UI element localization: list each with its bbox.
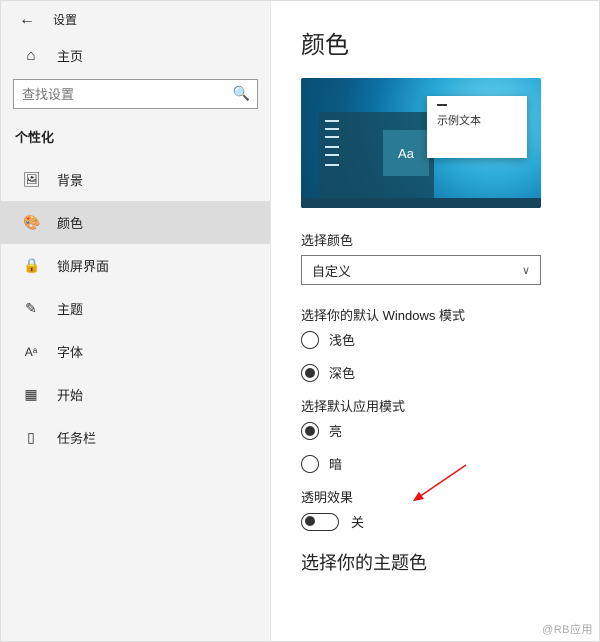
theme-icon: ✎ bbox=[23, 300, 39, 317]
sidebar-item-label: 背景 bbox=[57, 170, 83, 189]
watermark: @RB应用 bbox=[542, 621, 593, 637]
windows-mode-light[interactable]: 浅色 bbox=[301, 330, 573, 349]
sidebar-item-label: 任务栏 bbox=[57, 428, 96, 447]
radio-label: 暗 bbox=[329, 454, 342, 473]
sidebar-item-label: 锁屏界面 bbox=[57, 256, 109, 275]
sidebar-item-background[interactable]: 🖼 背景 bbox=[1, 158, 270, 201]
radio-icon bbox=[301, 422, 319, 440]
sidebar-item-taskbar[interactable]: ▯ 任务栏 bbox=[1, 416, 270, 459]
palette-icon: 🎨 bbox=[23, 214, 39, 231]
sidebar-section-title: 个性化 bbox=[1, 123, 270, 158]
radio-label: 深色 bbox=[329, 363, 355, 382]
home-link[interactable]: ⌂ 主页 bbox=[1, 38, 270, 79]
app-mode-label: 选择默认应用模式 bbox=[301, 396, 573, 415]
transparency-label: 透明效果 bbox=[301, 487, 573, 506]
radio-label: 亮 bbox=[329, 421, 342, 440]
sidebar-item-label: 开始 bbox=[57, 385, 83, 404]
picture-icon: 🖼 bbox=[23, 171, 39, 188]
preview-taskbar bbox=[301, 198, 541, 208]
sidebar-item-fonts[interactable]: Aᵃ 字体 bbox=[1, 330, 270, 373]
toggle-state-text: 关 bbox=[351, 512, 364, 531]
sidebar-item-label: 字体 bbox=[57, 342, 83, 361]
sidebar-item-start[interactable]: ▦ 开始 bbox=[1, 373, 270, 416]
titlebar: ← 设置 bbox=[1, 7, 270, 38]
font-icon: Aᵃ bbox=[23, 345, 39, 359]
windows-mode-label: 选择你的默认 Windows 模式 bbox=[301, 305, 573, 324]
back-icon[interactable]: ← bbox=[19, 12, 35, 28]
chevron-down-icon: ∨ bbox=[522, 264, 530, 277]
sidebar-item-colors[interactable]: 🎨 颜色 bbox=[1, 201, 270, 244]
sidebar-item-label: 颜色 bbox=[57, 213, 83, 232]
accent-heading: 选择你的主题色 bbox=[301, 549, 573, 575]
preview-card-accent bbox=[437, 104, 447, 106]
preview-tile: Aa bbox=[383, 130, 429, 176]
sidebar: ← 设置 ⌂ 主页 🔍 个性化 🖼 背景 🎨 颜色 🔒 锁屏 bbox=[1, 1, 271, 641]
lockscreen-icon: 🔒 bbox=[23, 257, 39, 274]
sidebar-nav: 🖼 背景 🎨 颜色 🔒 锁屏界面 ✎ 主题 Aᵃ 字体 ▦ 开始 bbox=[1, 158, 270, 459]
start-icon: ▦ bbox=[23, 386, 39, 403]
color-select[interactable]: 自定义 ∨ bbox=[301, 255, 541, 285]
home-label: 主页 bbox=[57, 46, 83, 65]
toggle-switch bbox=[301, 513, 339, 531]
color-preview: Aa 示例文本 bbox=[301, 78, 541, 208]
sidebar-item-lockscreen[interactable]: 🔒 锁屏界面 bbox=[1, 244, 270, 287]
preview-tile-text: Aa bbox=[398, 146, 414, 161]
app-mode-dark[interactable]: 暗 bbox=[301, 454, 573, 473]
color-select-label: 选择颜色 bbox=[301, 230, 573, 249]
app-mode-light[interactable]: 亮 bbox=[301, 421, 573, 440]
radio-label: 浅色 bbox=[329, 330, 355, 349]
search-icon: 🔍 bbox=[233, 85, 250, 102]
search-box[interactable]: 🔍 bbox=[13, 79, 258, 109]
search-input[interactable] bbox=[13, 79, 258, 109]
home-icon: ⌂ bbox=[23, 47, 39, 64]
radio-icon bbox=[301, 331, 319, 349]
radio-icon bbox=[301, 364, 319, 382]
taskbar-icon: ▯ bbox=[23, 429, 39, 446]
preview-card-text: 示例文本 bbox=[437, 115, 481, 127]
sidebar-item-label: 主题 bbox=[57, 299, 83, 318]
preview-card: 示例文本 bbox=[427, 96, 527, 158]
main-content: 颜色 Aa 示例文本 选择颜色 自定义 ∨ 选择你的默认 Windows 模式 bbox=[271, 1, 599, 641]
page-title: 颜色 bbox=[301, 25, 573, 60]
transparency-toggle[interactable]: 关 bbox=[301, 512, 573, 531]
windows-mode-dark[interactable]: 深色 bbox=[301, 363, 573, 382]
radio-icon bbox=[301, 455, 319, 473]
color-select-value: 自定义 bbox=[312, 261, 351, 280]
app-title: 设置 bbox=[53, 11, 77, 28]
sidebar-item-themes[interactable]: ✎ 主题 bbox=[1, 287, 270, 330]
